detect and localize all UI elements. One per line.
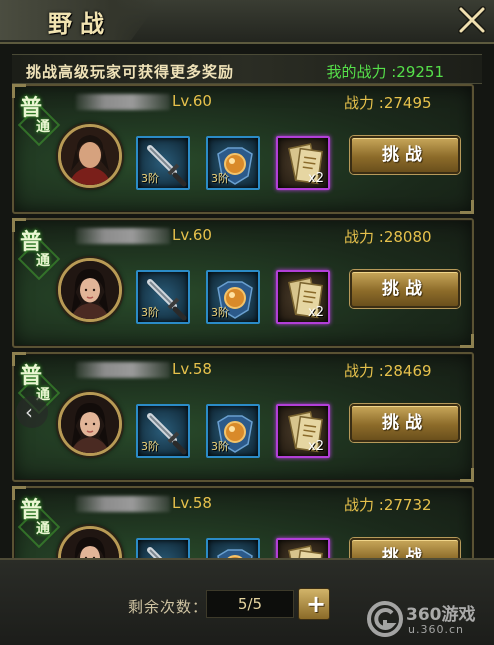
- close-button[interactable]: [454, 2, 490, 38]
- player-level: Lv.58: [172, 360, 212, 378]
- challenge-button[interactable]: 挑战: [350, 538, 460, 558]
- card-corner-ornament: [460, 468, 474, 482]
- watermark-logo-icon: [367, 601, 403, 637]
- rank-char: 通: [36, 521, 50, 537]
- item-quantity: x2: [308, 439, 324, 454]
- prev-arrow-button[interactable]: ‹: [16, 396, 48, 428]
- add-attempts-button[interactable]: +: [298, 588, 330, 620]
- reward-item-slot[interactable]: [206, 538, 260, 558]
- player-avatar[interactable]: [58, 124, 122, 188]
- reward-item-slot[interactable]: [276, 538, 330, 558]
- player-name-blurred: [76, 362, 170, 378]
- item-tier: 3阶: [211, 306, 229, 319]
- opponent-card: 普通 Lv.60 战力 :28080 3阶 3阶 x2 挑战: [12, 218, 474, 348]
- remaining-count: 5/5: [206, 590, 294, 618]
- rank-badge: 普通: [17, 90, 61, 148]
- chevron-left-icon: ‹: [25, 400, 33, 424]
- player-avatar[interactable]: [58, 258, 122, 322]
- reward-item-slot[interactable]: 3阶: [206, 404, 260, 458]
- item-tier: 3阶: [211, 440, 229, 453]
- player-power: 战力 :28469: [344, 362, 432, 380]
- reward-tip: 挑战高级玩家可获得更多奖励: [26, 63, 235, 81]
- challenge-button[interactable]: 挑战: [350, 136, 460, 174]
- rank-badge: 普通: [17, 224, 61, 282]
- item-tier: 3阶: [211, 172, 229, 185]
- item-quantity: x2: [308, 305, 324, 320]
- item-quantity: x2: [308, 171, 324, 186]
- reward-item-slot[interactable]: [136, 538, 190, 558]
- player-level: Lv.60: [172, 92, 212, 110]
- rank-badge: 普通: [17, 492, 61, 550]
- item-tier: 3阶: [141, 172, 159, 185]
- player-level: Lv.58: [172, 494, 212, 512]
- reward-item-slot[interactable]: 3阶: [136, 270, 190, 324]
- reward-banner: 挑战高级玩家可获得更多奖励 我的战力 :29251: [12, 54, 482, 84]
- rank-char: 通: [36, 253, 50, 269]
- player-name-blurred: [76, 496, 170, 512]
- reward-item-slot[interactable]: 3阶: [136, 404, 190, 458]
- challenge-button[interactable]: 挑战: [350, 270, 460, 308]
- reward-item-slot[interactable]: 3阶: [206, 136, 260, 190]
- reward-item-slot[interactable]: 3阶: [206, 270, 260, 324]
- watermark-url: u.360.cn: [408, 623, 464, 636]
- watermark: 360游戏 u.360.cn: [366, 596, 490, 642]
- item-tier: 3阶: [141, 306, 159, 319]
- reward-item-slot[interactable]: 3阶: [136, 136, 190, 190]
- player-power: 战力 :28080: [344, 228, 432, 246]
- card-corner-ornament: [460, 334, 474, 348]
- player-power: 战力 :27495: [344, 94, 432, 112]
- opponent-list[interactable]: 普通 Lv.60 战力 :27495 3阶 3阶 x2 挑战普通 Lv.60 战力 :28080…: [0, 84, 494, 558]
- watermark-text: 360游戏: [406, 605, 476, 625]
- player-level: Lv.60: [172, 226, 212, 244]
- player-name-blurred: [76, 94, 170, 110]
- reward-item-slot[interactable]: x2: [276, 270, 330, 324]
- item-tier: 3阶: [141, 440, 159, 453]
- player-avatar[interactable]: [58, 526, 122, 558]
- page-title: 野战: [48, 9, 112, 38]
- reward-item-slot[interactable]: x2: [276, 136, 330, 190]
- opponent-card: 普通 Lv.58 战力 :28469 3阶 3阶 x2 挑战: [12, 352, 474, 482]
- opponent-card: 普通 Lv.60 战力 :27495 3阶 3阶 x2 挑战: [12, 84, 474, 214]
- player-power: 战力 :27732: [344, 496, 432, 514]
- card-corner-ornament: [460, 200, 474, 214]
- my-power: 我的战力 :29251: [326, 63, 444, 81]
- player-name-blurred: [76, 228, 170, 244]
- plus-icon: +: [306, 590, 327, 618]
- remaining-label: 剩余次数：: [128, 598, 209, 616]
- close-x-icon: [458, 6, 486, 34]
- reward-item-slot[interactable]: x2: [276, 404, 330, 458]
- header-bar: 野战: [0, 0, 494, 44]
- player-avatar[interactable]: [58, 392, 122, 456]
- rank-char: 通: [36, 119, 50, 135]
- opponent-card: 普通 Lv.58 战力 :27732 挑战: [12, 486, 474, 558]
- challenge-button[interactable]: 挑战: [350, 404, 460, 442]
